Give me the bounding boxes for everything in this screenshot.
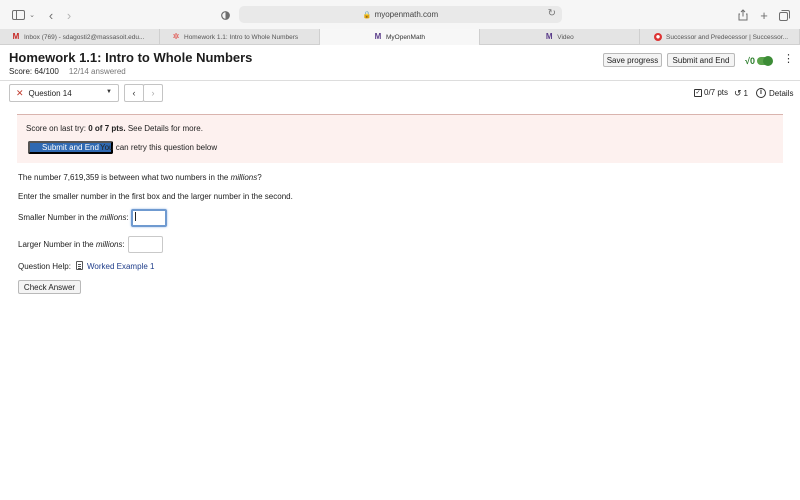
worked-example-link[interactable]: Worked Example 1 [87,262,154,271]
share-icon[interactable] [737,7,749,23]
url-text: myopenmath.com [374,10,439,19]
score-text: Score: 64/100 [9,67,59,76]
info-icon: i [756,88,766,98]
tab-label: Inbox (769) - sdagosti2@massasoit.edu... [24,33,145,41]
myopenmath-icon: M [374,32,382,41]
question-select-value: Question 14 [28,88,72,98]
caret-down-icon: ▼ [106,89,112,95]
details-label: Details [769,88,794,98]
question-select[interactable]: ✕ Question 14 ▼ [9,84,119,102]
question-instruction: Enter the smaller number in the first bo… [18,192,293,201]
points-text: 0/7 pts [704,88,729,97]
tab-label: Homework 1.1: Intro to Whole Numbers [184,33,299,41]
attempts-text: 1 [743,89,748,98]
next-question-button[interactable]: › [143,84,163,102]
incorrect-x-icon: ✕ [16,87,24,98]
submit-and-end-button[interactable]: Submit and End [667,53,735,67]
gmail-icon: M [12,32,20,41]
score-prefix: Score on last try: [26,124,89,133]
smaller-number-label: Smaller Number in the millions: [18,213,129,222]
sidebar-icon[interactable] [11,7,25,23]
save-progress-button[interactable]: Save progress [603,53,662,67]
prompt-emphasis: millions [230,173,258,182]
points-indicator: ✓ 0/7 pts [694,88,728,97]
label-colon: : [126,213,129,222]
back-button[interactable]: ‹ [46,7,56,23]
attempts-indicator: ↺ 1 [734,88,748,99]
new-tab-icon[interactable]: + [758,7,770,23]
header-divider [0,80,800,81]
label-text: Larger Number in the [18,240,96,249]
tab-successor[interactable]: ● Successor and Predecessor | Successor.… [640,29,800,45]
label-colon: : [122,240,125,249]
prompt-end: ? [257,173,262,182]
myopenmath-star-icon: ✲ [172,32,180,41]
page-title: Homework 1.1: Intro to Whole Numbers [9,50,253,65]
forward-button[interactable]: › [64,7,74,23]
tab-gmail[interactable]: M Inbox (769) - sdagosti2@massasoit.edu.… [0,29,160,45]
chevron-down-icon[interactable]: ⌄ [28,7,36,23]
question-help-label: Question Help: [18,262,71,271]
tab-label: Successor and Predecessor | Successor... [666,33,788,41]
math-entry-toggle[interactable]: √0 [745,54,775,67]
tab-overview-icon[interactable] [778,7,790,23]
label-text: Smaller Number in the [18,213,100,222]
more-options-icon[interactable]: ⋮ [783,54,794,65]
youtube-icon: ● [654,32,662,41]
score-value: 0 of 7 pts. [88,124,126,133]
tab-label: MyOpenMath [385,33,426,41]
last-try-score: Score on last try: 0 of 7 pts. See Detai… [26,124,203,133]
label-emphasis: millions [99,213,127,222]
browser-toolbar: ⌄ ‹ › 🔒 myopenmath.com ↻ + [0,0,800,29]
toggle-switch[interactable] [756,55,773,66]
details-button[interactable]: i Details [756,88,793,98]
lock-icon: 🔒 [362,11,372,19]
text-cursor [135,212,136,221]
prev-question-button[interactable]: ‹ [124,84,144,102]
check-answer-button[interactable]: Check Answer [18,280,81,294]
sqrt-icon: √0 [745,55,755,66]
label-emphasis: millions [95,240,123,249]
score-summary: Score: 64/100 12/14 answered [9,67,126,76]
larger-number-label: Larger Number in the millions: [18,240,125,249]
tab-homework[interactable]: ✲ Homework 1.1: Intro to Whole Numbers [160,29,320,45]
privacy-shield-icon[interactable] [220,7,230,23]
myopenmath-icon: M [545,32,553,41]
tab-myopenmath[interactable]: M MyOpenMath [320,29,480,45]
score-suffix: See Details for more. [125,124,203,133]
retry-icon: ↺ [734,88,742,98]
address-bar[interactable]: 🔒 myopenmath.com ↻ [239,6,562,23]
tab-label: Video [557,33,574,41]
smaller-number-input[interactable] [131,209,167,227]
browser-tabs: M Inbox (769) - sdagosti2@massasoit.edu.… [0,29,800,45]
reload-icon[interactable]: ↻ [548,8,556,19]
document-icon[interactable] [76,261,83,270]
retry-message: You can retry this question below [100,143,218,152]
checkbox-icon: ✓ [694,88,702,97]
larger-number-input[interactable] [128,236,163,253]
score-alert: Score on last try: 0 of 7 pts. See Detai… [17,115,783,163]
tab-video[interactable]: M Video [480,29,640,45]
smaller-number-field-wrap[interactable] [131,209,167,227]
question-prompt: The number 7,619,359 is between what two… [18,173,262,182]
prompt-text: The number 7,619,359 is between what two… [18,173,231,182]
answered-count: 12/14 answered [68,67,126,76]
